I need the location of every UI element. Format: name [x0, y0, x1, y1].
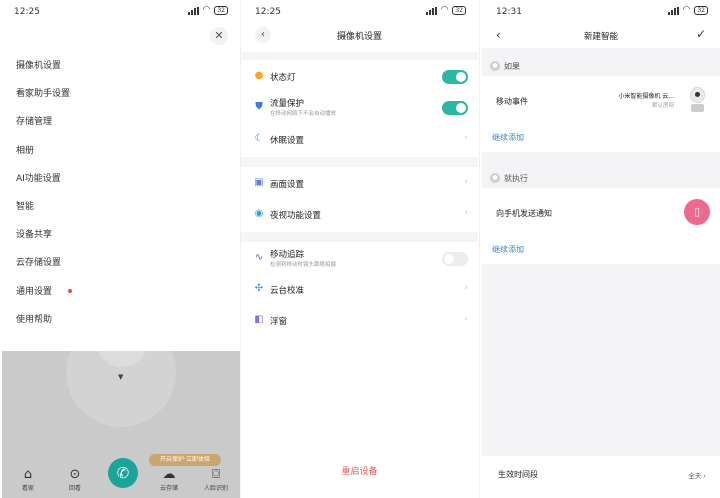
- restart-device-button[interactable]: 重启设备: [241, 464, 478, 477]
- menu-item-smart[interactable]: 智能: [0, 193, 240, 221]
- action-row[interactable]: 向手机发送通知 ▯: [482, 188, 720, 236]
- page-title: 新建智能: [583, 32, 618, 42]
- home-icon: ⌂: [23, 467, 33, 482]
- signal-icon: [187, 6, 199, 15]
- then-icon: ●: [490, 173, 500, 183]
- nav-bar: ‹ 摄像机设置: [241, 24, 478, 46]
- wifi-icon: ◠: [202, 5, 211, 15]
- status-time: 12:25: [14, 7, 40, 17]
- status-bar: 12:31 ◠ 32: [482, 0, 720, 24]
- motion-tracking-toggle[interactable]: [442, 252, 468, 266]
- data-protection-toggle[interactable]: [442, 101, 468, 115]
- effective-time-row[interactable]: 生效时间段 全天 ›: [482, 456, 720, 498]
- setting-motion-tracking[interactable]: ∿ 移动追踪 检测到移动时镜头跟随拍摄: [241, 244, 478, 274]
- if-icon: ●: [490, 61, 500, 71]
- setting-float-window[interactable]: ◧ 浮窗 ›: [241, 306, 478, 336]
- phone-vibrate-icon: ▯: [684, 199, 710, 225]
- status-time: 12:31: [496, 7, 522, 17]
- camera-preview[interactable]: ▼ 开启保护·立即体验 ⌂ 看家 ⊙ 回看 ✆ ☁ 云存储 ⌼ 人脸识别: [2, 351, 240, 498]
- panel-divider: [479, 0, 480, 498]
- page-title: 摄像机设置: [336, 32, 382, 42]
- confirm-check-icon[interactable]: ✓: [696, 27, 706, 41]
- menu-item-cloud-storage[interactable]: 云存储设置: [0, 249, 240, 277]
- chevron-right-icon: ›: [464, 177, 468, 187]
- setting-night-vision[interactable]: ◉ 夜视功能设置 ›: [241, 200, 478, 230]
- nav-face-recognition[interactable]: ⌼ 人脸识别: [196, 467, 236, 492]
- status-time: 12:25: [255, 7, 281, 17]
- nav-playback[interactable]: ⊙ 回看: [55, 467, 95, 492]
- moon-icon: ☾: [254, 133, 264, 144]
- then-card: 向手机发送通知 ▯ 继续添加: [482, 188, 720, 264]
- eye-icon: ◉: [254, 208, 264, 219]
- shield-icon: ⛊: [255, 101, 263, 112]
- menu-item-general-settings[interactable]: 通用设置: [0, 278, 240, 306]
- setting-sleep[interactable]: ☾ 休眠设置 ›: [241, 125, 478, 155]
- cloud-icon: ☁: [162, 467, 176, 482]
- nav-home[interactable]: ⌂ 看家: [8, 467, 48, 492]
- section-gap: [241, 157, 478, 167]
- chevron-right-icon: ›: [464, 208, 468, 218]
- trigger-row[interactable]: 移动事件 小米智能摄像机 云... 默认房间: [482, 76, 720, 126]
- status-bar: 12:25 ◠ 32: [241, 0, 478, 24]
- camera-device-icon: [688, 87, 706, 113]
- signal-icon: [667, 6, 679, 15]
- new-automation-panel: 12:31 ◠ 32 ‹ 新建智能 ✓ ● 如果 移动事件 小米智能摄像机 云.…: [482, 0, 720, 498]
- setting-picture[interactable]: ▣ 画面设置 ›: [241, 169, 478, 199]
- signal-icon: [425, 6, 437, 15]
- then-section-header: ● 就执行: [482, 168, 720, 188]
- battery-icon: 32: [214, 6, 228, 15]
- notification-dot: [68, 289, 73, 293]
- menu-item-storage[interactable]: 存储管理: [0, 108, 240, 136]
- camera-settings-panel: 12:25 ◠ 32 ‹ 摄像机设置 ● 状态灯 ⛊ 流量保护 在移动网络下不会…: [241, 0, 478, 498]
- camera-menu-panel: 12:25 ◠ 32 ✕ 摄像机设置 看家助手设置 存储管理 相册 AI功能设置…: [0, 0, 240, 498]
- chevron-right-icon: ›: [464, 314, 468, 324]
- face-scan-icon: ⌼: [212, 467, 220, 482]
- picture-icon: ▣: [254, 177, 264, 188]
- if-section-header: ● 如果: [482, 56, 720, 76]
- battery-icon: 32: [452, 6, 466, 15]
- chevron-right-icon: ›: [464, 133, 468, 143]
- phone-call-icon[interactable]: ✆: [108, 458, 138, 488]
- setting-data-protection[interactable]: ⛊ 流量保护 在移动网络下不会自动播放: [241, 93, 478, 123]
- effective-time-value: 全天 ›: [688, 472, 706, 480]
- chevron-right-icon: ›: [464, 283, 468, 293]
- menu-item-help[interactable]: 使用帮助: [0, 306, 240, 334]
- menu-item-home-assistant[interactable]: 看家助手设置: [0, 80, 240, 108]
- light-bulb-icon: ●: [254, 70, 264, 81]
- close-icon[interactable]: ✕: [210, 27, 228, 45]
- chevron-down-icon[interactable]: ▼: [118, 373, 123, 381]
- add-action-link[interactable]: 继续添加: [492, 244, 524, 255]
- if-card: 移动事件 小米智能摄像机 云... 默认房间 继续添加: [482, 76, 720, 152]
- float-window-icon: ◧: [254, 314, 264, 325]
- menu-item-album[interactable]: 相册: [0, 137, 240, 165]
- nav-cloud[interactable]: ☁ 云存储: [149, 467, 189, 492]
- wifi-icon: ◠: [440, 5, 449, 15]
- motion-track-icon: ∿: [254, 252, 264, 263]
- status-light-toggle[interactable]: [442, 70, 468, 84]
- menu-item-ai-settings[interactable]: AI功能设置: [0, 165, 240, 193]
- add-condition-link[interactable]: 继续添加: [492, 132, 524, 143]
- status-bar: 12:25 ◠ 32: [0, 0, 240, 24]
- battery-icon: 32: [694, 6, 708, 15]
- menu-item-camera-settings[interactable]: 摄像机设置: [0, 52, 240, 80]
- menu-item-device-share[interactable]: 设备共享: [0, 221, 240, 249]
- wifi-icon: ◠: [682, 5, 691, 15]
- calibrate-icon: ✣: [254, 283, 264, 294]
- setting-gimbal-calibration[interactable]: ✣ 云台校准 ›: [241, 275, 478, 305]
- play-icon: ⊙: [69, 467, 81, 482]
- settings-menu: 摄像机设置 看家助手设置 存储管理 相册 AI功能设置 智能 设备共享 云存储设…: [0, 52, 240, 334]
- bottom-nav: ⌂ 看家 ⊙ 回看 ✆ ☁ 云存储 ⌼ 人脸识别: [2, 458, 240, 498]
- section-gap: [241, 52, 478, 60]
- nav-bar: ‹ 新建智能 ✓: [482, 24, 720, 48]
- setting-status-light[interactable]: ● 状态灯: [241, 62, 478, 92]
- section-gap: [241, 232, 478, 242]
